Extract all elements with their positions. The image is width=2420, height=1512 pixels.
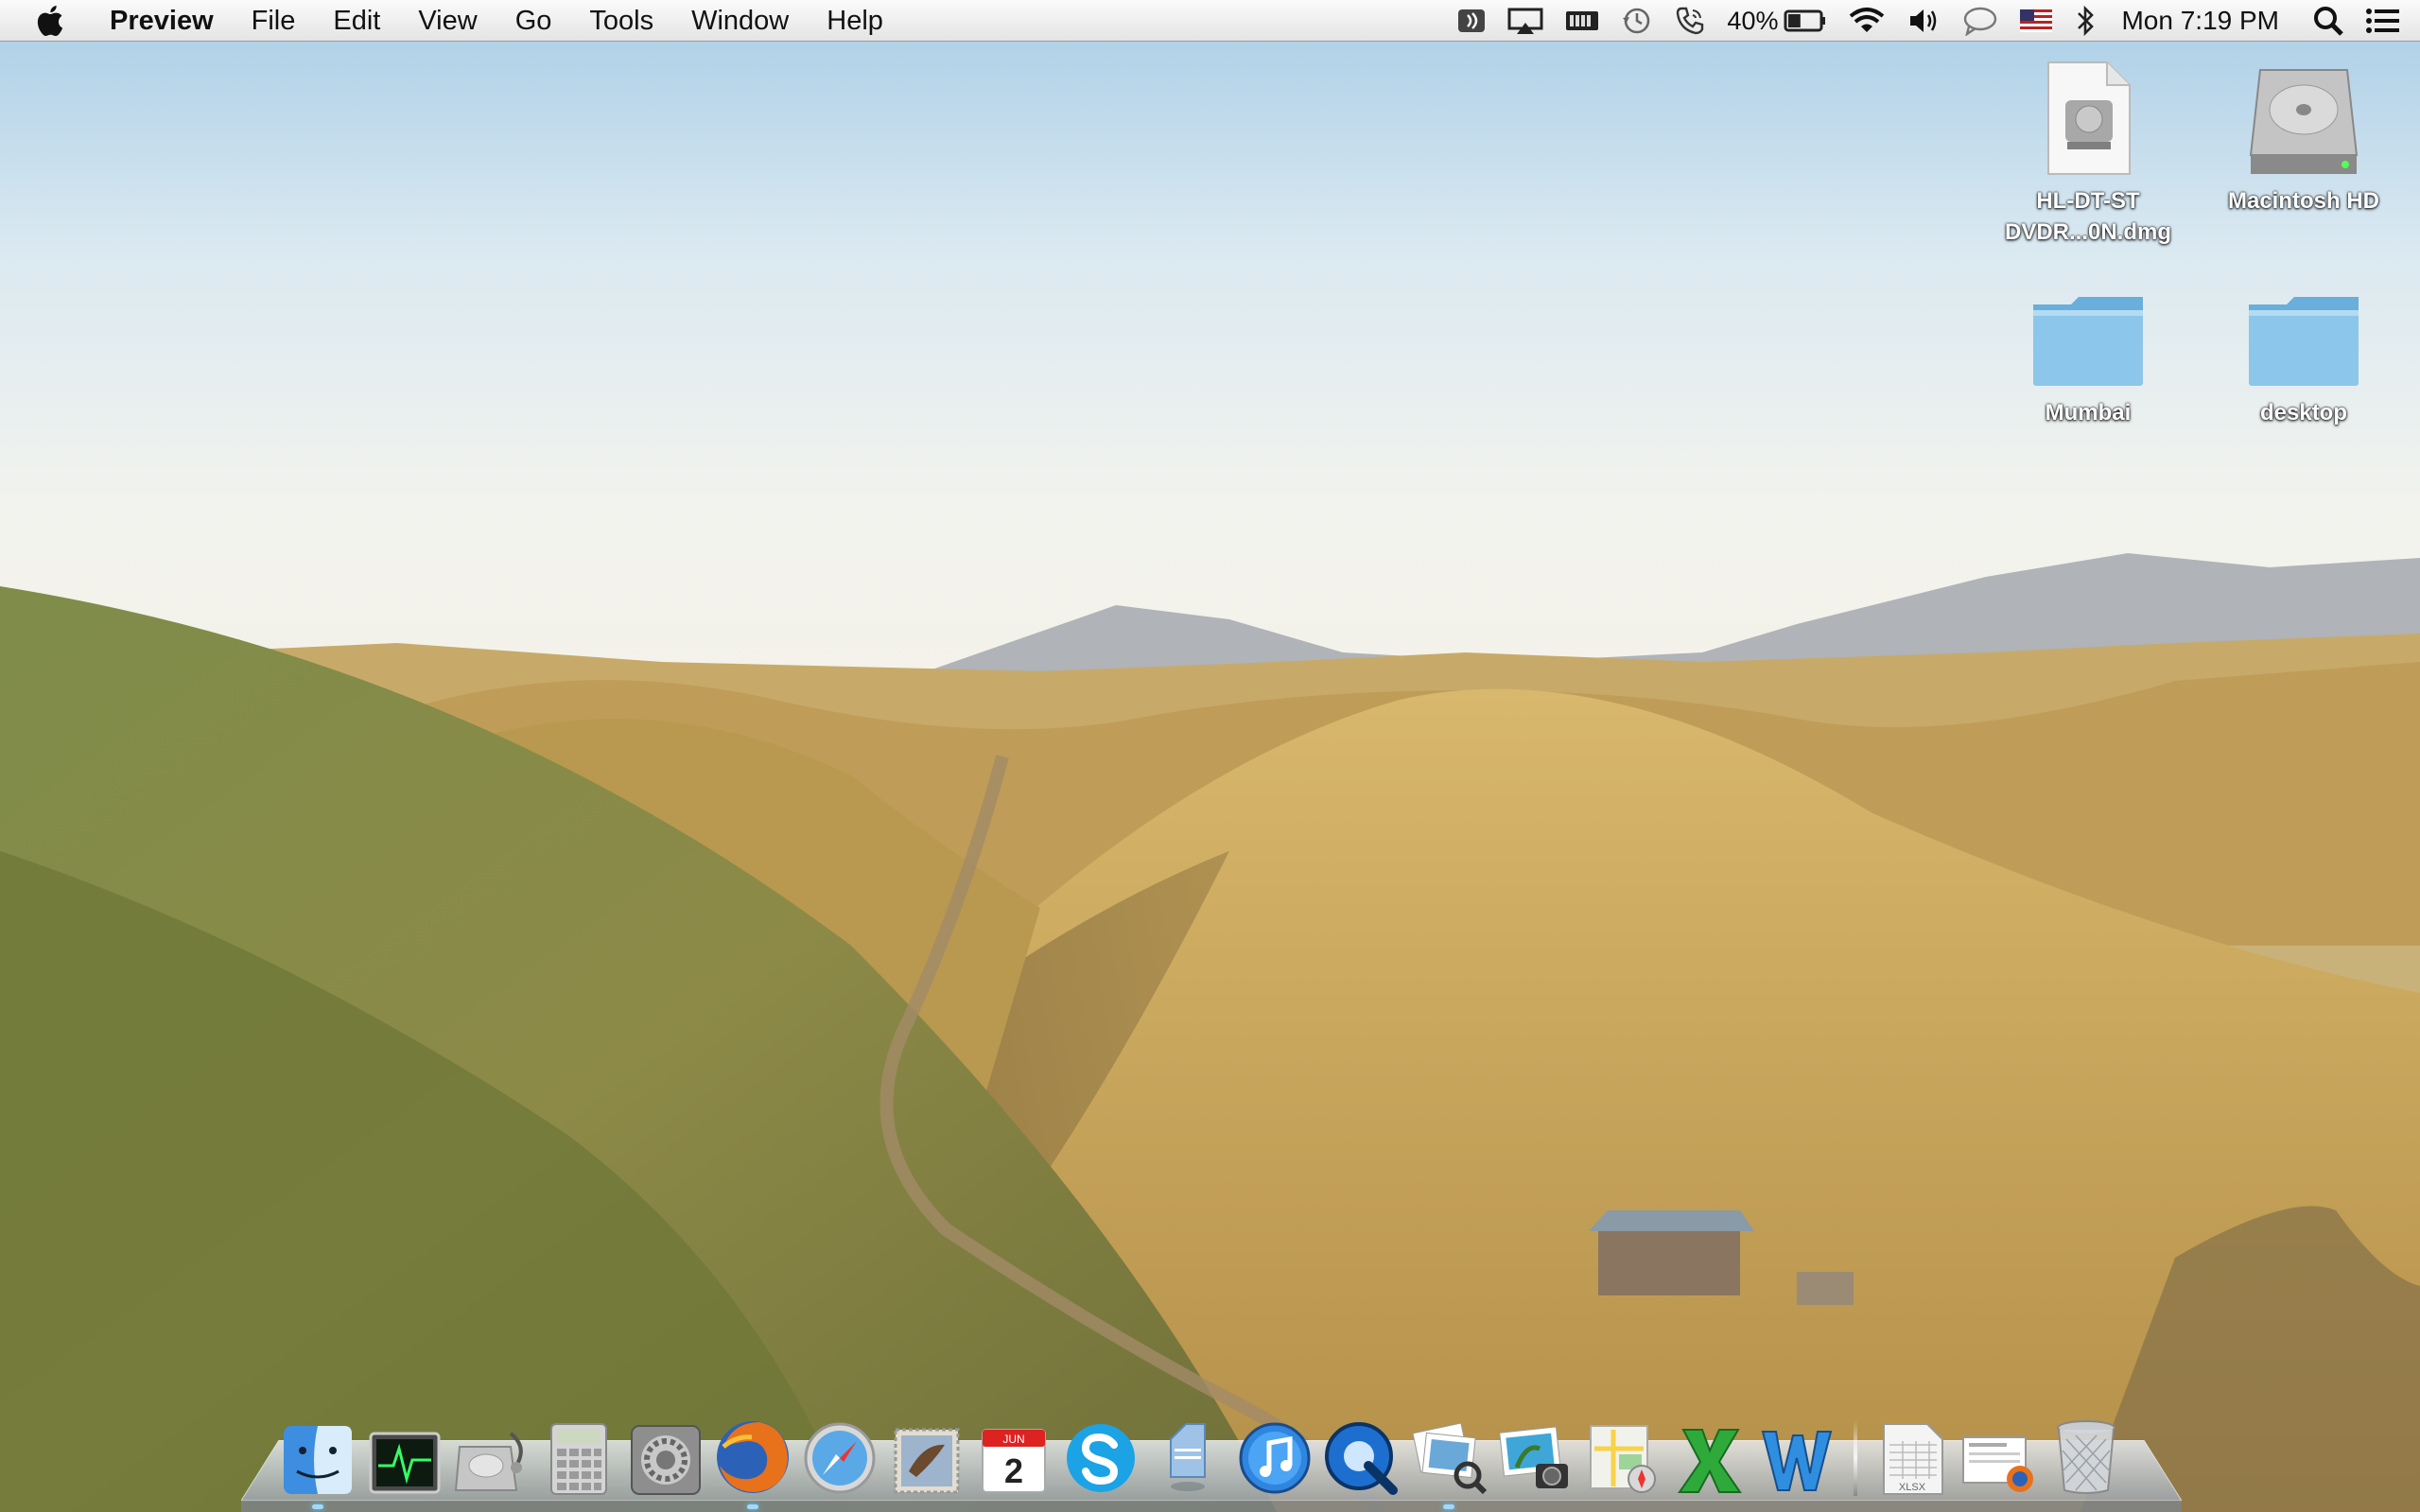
status-menus: 40% Mon 7:19 PM <box>1446 0 2420 42</box>
dock-item-excel[interactable] <box>1670 1411 1750 1496</box>
iphoto-icon <box>1499 1426 1568 1488</box>
excel-icon <box>1678 1429 1742 1493</box>
word-icon <box>1761 1431 1833 1491</box>
us-flag-input-icon[interactable] <box>2010 0 2063 42</box>
xlsx-stack-icon: XLSX <box>1883 1423 1943 1495</box>
menu-edit[interactable]: Edit <box>314 0 399 42</box>
menu-app-name[interactable]: Preview <box>102 0 233 42</box>
calculator-icon <box>550 1423 607 1495</box>
dock-separator <box>1854 1420 1857 1496</box>
downloads-stack-icon <box>1962 1436 2033 1492</box>
calendar-month: JUN <box>1002 1433 1024 1446</box>
finder-icon <box>284 1426 352 1494</box>
dmg-file-icon <box>2047 61 2131 175</box>
skype-icon <box>1067 1424 1135 1492</box>
phone-icon[interactable] <box>1663 0 1716 42</box>
maps-icon <box>1590 1425 1656 1493</box>
trash-icon <box>2057 1420 2115 1494</box>
dock: JUN 2 XLSX <box>278 1401 2133 1509</box>
dock-trash[interactable] <box>2046 1411 2126 1496</box>
battery-percent: 40% <box>1727 6 1779 35</box>
menu-file[interactable]: File <box>233 0 315 42</box>
dock-stack-downloads[interactable] <box>1959 1411 2039 1496</box>
itunes-icon <box>1239 1422 1311 1494</box>
spotlight-icon[interactable] <box>2302 0 2355 42</box>
desktop-item-desktop[interactable]: desktop <box>2200 267 2408 428</box>
dock-item-iphoto[interactable] <box>1496 1411 1576 1496</box>
hard-drive-icon <box>2249 69 2359 174</box>
desktop-item-label: HL-DT-ST DVDR...0N.dmg <box>1984 185 2192 248</box>
desktop-item-label: Macintosh HD <box>2200 185 2408 217</box>
label-line-1: Mumbai <box>2045 400 2132 426</box>
wifi-icon[interactable] <box>1837 0 1896 42</box>
menu-help[interactable]: Help <box>808 0 902 42</box>
safari-icon <box>804 1422 876 1494</box>
firefox-icon <box>717 1421 789 1493</box>
dock-item-word[interactable] <box>1757 1411 1837 1496</box>
disk-utility-icon <box>454 1432 523 1491</box>
dock-item-firefox[interactable] <box>713 1411 792 1509</box>
desktop-item-label: desktop <box>2200 397 2408 428</box>
menu-tools[interactable]: Tools <box>570 0 672 42</box>
bluetooth-icon[interactable] <box>2063 0 2108 42</box>
menu-window[interactable]: Window <box>672 0 808 42</box>
desktop-item-macintosh-hd[interactable]: Macintosh HD <box>2200 55 2408 217</box>
dock-item-calendar[interactable]: JUN 2 <box>974 1411 1053 1496</box>
desktop-item-label: Mumbai <box>1984 397 2192 428</box>
label-line-1: desktop <box>2259 400 2347 426</box>
menu-go[interactable]: Go <box>496 0 571 42</box>
dock-item-preview[interactable] <box>1409 1411 1489 1509</box>
calendar-day: 2 <box>1004 1451 1023 1490</box>
time-machine-icon[interactable] <box>1610 0 1663 42</box>
memory-status-icon[interactable] <box>1554 0 1610 42</box>
folder-icon <box>2249 297 2359 386</box>
menu-bar: Preview File Edit View Go Tools Window H… <box>0 0 2420 42</box>
dock-item-safari[interactable] <box>800 1411 879 1496</box>
dock-item-activity-monitor[interactable] <box>365 1411 444 1496</box>
mail-icon <box>894 1428 960 1494</box>
running-indicator <box>747 1504 758 1509</box>
dock-item-disk-utility[interactable] <box>452 1411 531 1496</box>
dock-item-document-app[interactable] <box>1148 1411 1227 1496</box>
apple-logo-icon[interactable] <box>34 3 70 39</box>
dock-item-mail[interactable] <box>887 1411 966 1496</box>
readiris-icon[interactable] <box>1446 0 1497 42</box>
dock-item-calculator[interactable] <box>539 1411 618 1496</box>
dock-item-skype[interactable] <box>1061 1411 1140 1496</box>
dock-item-maps[interactable] <box>1583 1411 1663 1496</box>
document-app-icon <box>1170 1423 1206 1491</box>
notification-center-icon[interactable] <box>2355 0 2420 42</box>
preview-icon <box>1412 1422 1487 1495</box>
airplay-icon[interactable] <box>1497 0 1554 42</box>
label-line-1: HL-DT-ST <box>2036 188 2140 214</box>
desktop-item-mumbai[interactable]: Mumbai <box>1984 267 2192 428</box>
messages-icon[interactable] <box>1951 0 2010 42</box>
dock-item-system-preferences[interactable] <box>626 1411 705 1496</box>
folder-icon <box>2033 297 2143 386</box>
volume-icon[interactable] <box>1896 0 1951 42</box>
menu-view[interactable]: View <box>399 0 496 42</box>
dock-stack-xlsx[interactable]: XLSX <box>1872 1411 1952 1496</box>
dock-item-finder[interactable] <box>278 1411 357 1509</box>
system-preferences-icon <box>631 1425 701 1495</box>
menubar-clock[interactable]: Mon 7:19 PM <box>2108 6 2302 36</box>
battery-icon[interactable]: 40% <box>1716 0 1837 42</box>
dock-item-quicktime[interactable] <box>1322 1411 1402 1496</box>
stack-badge: XLSX <box>1899 1482 1926 1493</box>
desktop-item-dmg[interactable]: HL-DT-ST DVDR...0N.dmg <box>1984 55 2192 248</box>
calendar-icon: JUN 2 <box>982 1429 1046 1493</box>
running-indicator <box>312 1504 323 1509</box>
running-indicator <box>1443 1504 1454 1509</box>
label-line-2: DVDR...0N.dmg <box>2004 219 2171 245</box>
dock-item-itunes[interactable] <box>1235 1411 1314 1496</box>
activity-monitor-icon <box>369 1432 441 1494</box>
quicktime-icon <box>1325 1422 1398 1495</box>
label-line-1: Macintosh HD <box>2227 188 2379 214</box>
